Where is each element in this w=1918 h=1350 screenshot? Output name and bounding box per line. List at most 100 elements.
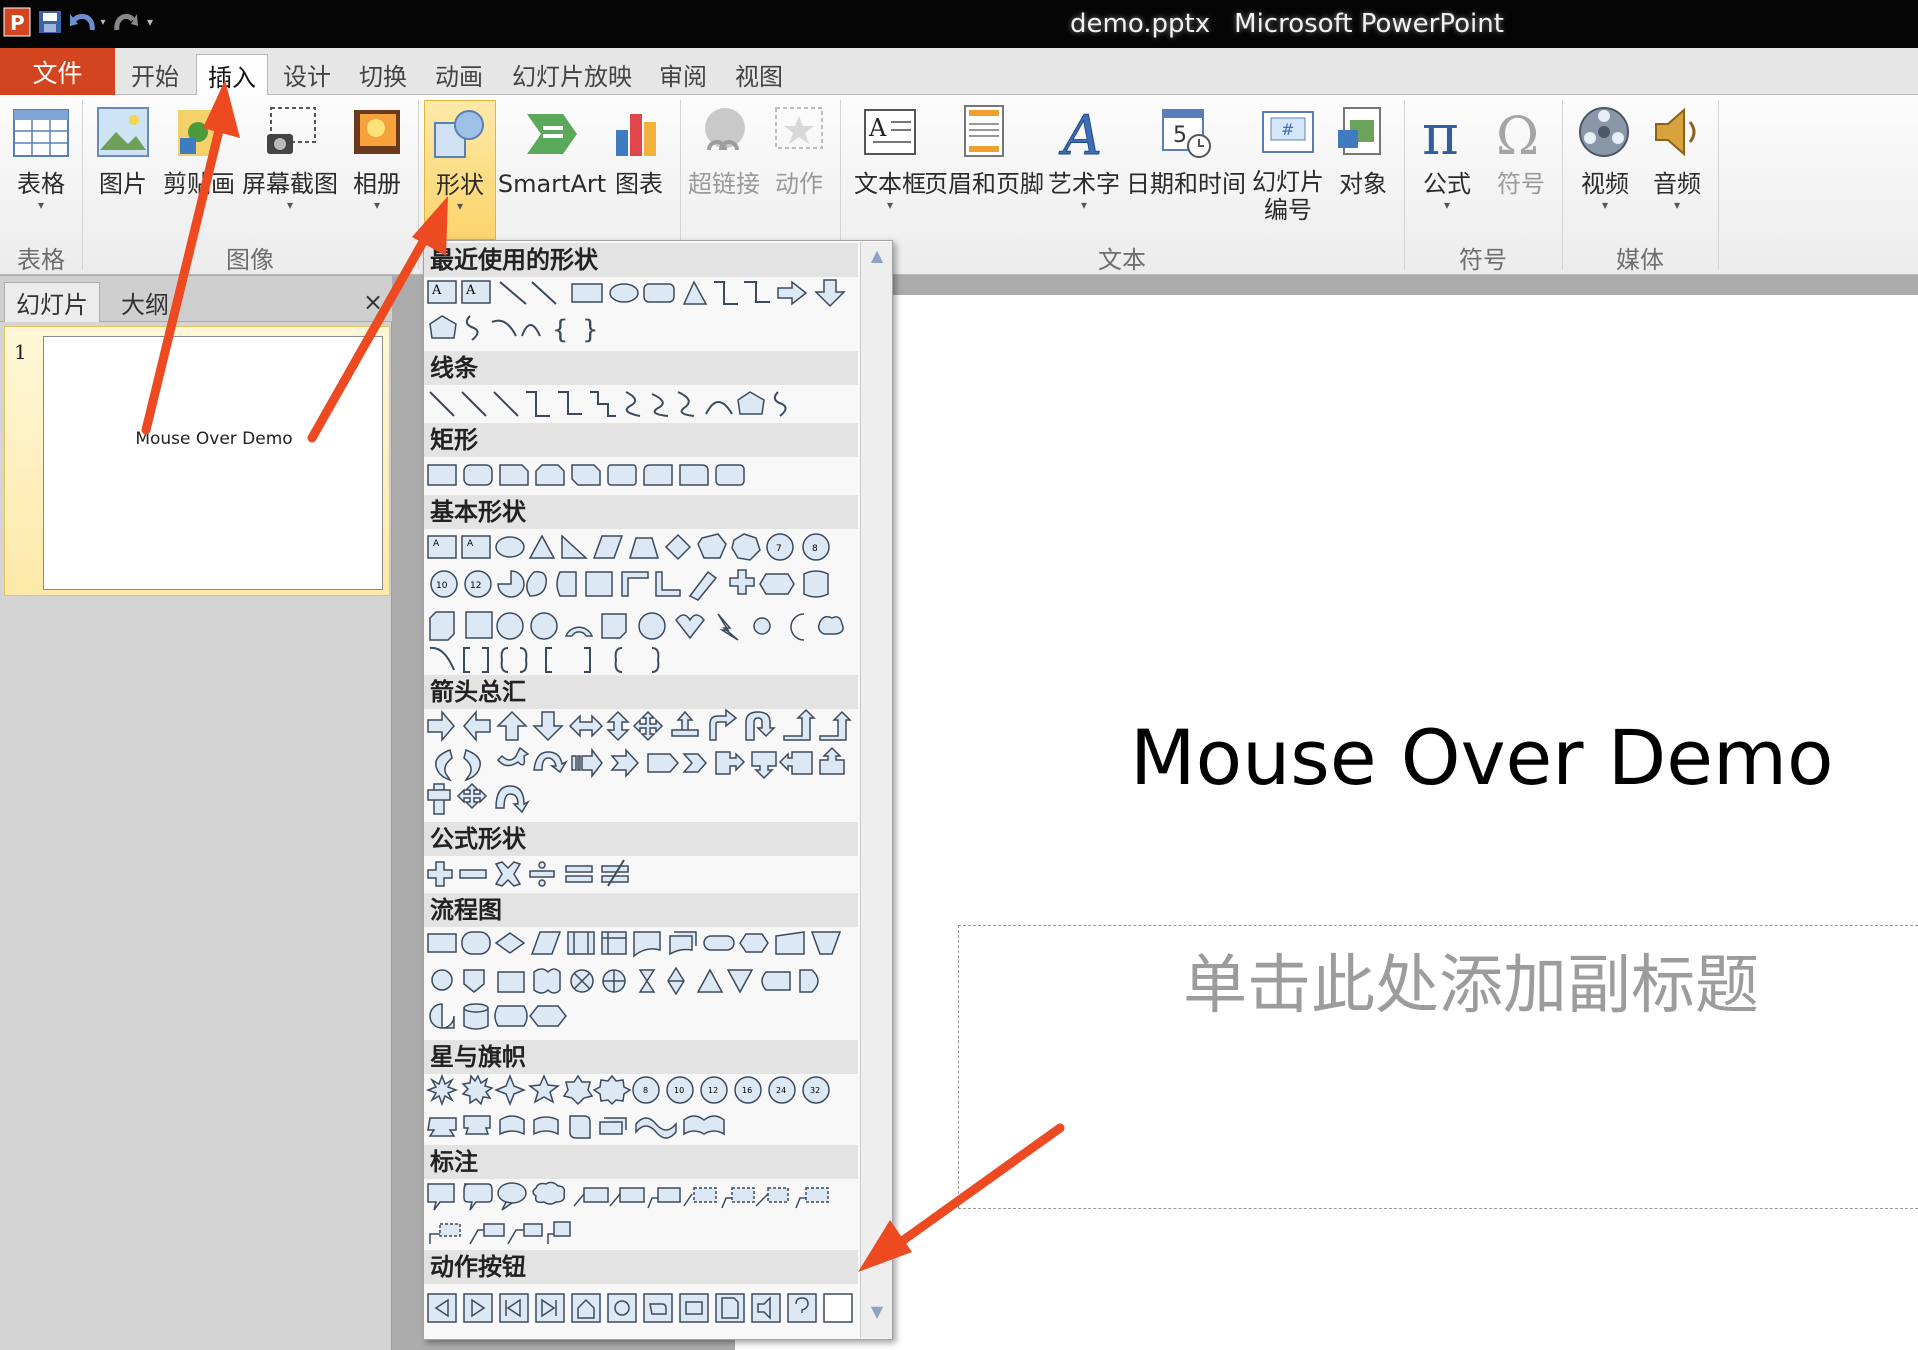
smartart-icon [527,114,577,154]
symbol-button[interactable]: Ω 符号 [1486,100,1556,230]
shape-row-equation[interactable] [426,856,858,892]
shape-grid-callouts[interactable] [426,1178,858,1250]
video-button[interactable]: 视频 ▾ [1570,100,1640,230]
textbox-button[interactable]: A 文本框 ▾ [846,100,934,230]
dropdown-caret-icon: ▾ [373,198,381,212]
slide-number-icon: # [1262,111,1314,153]
audio-button[interactable]: 音频 ▾ [1642,100,1712,230]
svg-text:8: 8 [812,544,818,554]
shape-row-recent-2[interactable]: { } [426,310,858,346]
gallery-header-equation-shapes: 公式形状 [424,822,858,856]
shapes-button[interactable]: 形状 ▾ [424,100,496,240]
wordart-button[interactable]: A 艺术字 ▾ [1048,100,1120,230]
album-button[interactable]: 相册 ▾ [344,100,410,230]
shape-row-rectangles[interactable] [426,458,858,494]
shape-grid-flowchart[interactable] [426,926,858,1036]
shape-row-recent[interactable]: A A [426,276,858,312]
dropdown-caret-icon: ▾ [1601,198,1609,212]
slide-number-button[interactable]: # 幻灯片 编号 [1250,100,1326,230]
undo-dropdown-icon[interactable]: ▾ [98,4,108,40]
group-label-tables: 表格 [17,246,65,274]
svg-text:10: 10 [674,1086,684,1095]
slide-pane-tabs: 幻灯片 大纲 × [0,276,392,322]
undo-icon[interactable] [66,4,100,40]
photo-album-icon [354,110,400,154]
object-button[interactable]: 对象 [1330,100,1396,230]
ribbon: 表格 ▾ 表格 图片 剪贴画 屏幕截图 ▾ 相册 ▾ 图像 形状 ▾ Smart… [0,95,1918,275]
gallery-header-callouts: 标注 [424,1145,858,1179]
title-bar [0,0,1918,48]
svg-text:A: A [868,114,887,142]
svg-text:A: A [467,539,474,549]
gallery-header-flowchart: 流程图 [424,893,858,927]
slide-title[interactable]: Mouse Over Demo [1130,713,1834,802]
svg-text:{: { [552,315,569,345]
svg-text:7: 7 [776,544,782,554]
shape-grid-block-arrows[interactable] [426,708,858,818]
smartart-button[interactable]: SmartArt [498,100,606,230]
save-icon[interactable] [36,4,64,40]
gallery-header-block-arrows: 箭头总汇 [424,675,858,709]
pi-icon: π [1422,104,1459,162]
action-button[interactable]: 动作 [766,100,832,230]
close-pane-icon[interactable]: × [358,282,388,322]
dropdown-caret-icon: ▾ [1443,198,1451,212]
group-label-media: 媒体 [1616,246,1664,274]
svg-text:32: 32 [810,1086,820,1095]
header-footer-icon [964,105,1004,157]
chart-button[interactable]: 图表 [606,100,672,230]
table-button[interactable]: 表格 ▾ [8,100,74,230]
powerpoint-logo-icon[interactable]: P [2,4,32,40]
picture-button[interactable]: 图片 [90,100,156,230]
tab-home[interactable]: 开始 [122,54,188,95]
svg-text:12: 12 [708,1086,718,1095]
clipart-icon [178,110,218,156]
svg-text:24: 24 [776,1086,786,1095]
group-separator [418,100,419,270]
tab-outline[interactable]: 大纲 [110,282,180,322]
action-star-icon [775,107,823,149]
equation-button[interactable]: π 公式 ▾ [1412,100,1482,230]
gallery-header-stars-banners: 星与旗帜 [424,1040,858,1074]
tab-transitions[interactable]: 切换 [352,54,414,95]
ribbon-tab-bar: 文件 开始 插入 设计 切换 动画 幻灯片放映 审阅 视图 [0,48,1918,95]
gallery-header-basic-shapes: 基本形状 [424,495,858,529]
tab-slideshow[interactable]: 幻灯片放映 [508,54,636,95]
shape-grid-basic[interactable]: A A 7 8 10 12 [426,530,858,674]
svg-text:P: P [10,11,25,35]
subtitle-placeholder[interactable]: 单击此处添加副标题 [958,925,1918,1209]
svg-text:5: 5 [1173,123,1187,148]
clipart-button[interactable]: 剪贴画 [158,100,240,230]
tab-design[interactable]: 设计 [276,54,338,95]
customize-qat-icon[interactable]: ▾ [144,4,156,40]
scroll-down-icon[interactable]: ▼ [865,1292,889,1332]
dropdown-caret-icon: ▾ [37,198,45,212]
shape-grid-stars-banners[interactable]: 8 10 12 16 24 32 [426,1072,858,1144]
thumbnail-title: Mouse Over Demo [135,429,293,449]
omega-icon: Ω [1496,107,1539,162]
hyperlink-icon [705,108,745,151]
screenshot-button[interactable]: 屏幕截图 ▾ [240,100,340,230]
tab-review[interactable]: 审阅 [652,54,714,95]
tab-view[interactable]: 视图 [728,54,790,95]
header-footer-button[interactable]: 页眉和页脚 [924,100,1044,230]
dropdown-caret-icon: ▾ [1673,198,1681,212]
redo-icon[interactable] [110,4,140,40]
datetime-button[interactable]: 5 日期和时间 [1124,100,1248,230]
gallery-scrollbar[interactable]: ▲ ▼ [860,242,892,1338]
gallery-header-rectangles: 矩形 [424,423,858,457]
tab-file[interactable]: 文件 [0,48,115,95]
svg-text:A: A [465,283,476,298]
scroll-up-icon[interactable]: ▲ [865,246,889,268]
table-icon [13,109,69,157]
shape-row-action-buttons[interactable] [426,1290,858,1326]
tab-slides[interactable]: 幻灯片 [4,282,100,322]
film-reel-icon [1579,107,1629,157]
svg-text:10: 10 [436,581,448,591]
dropdown-caret-icon: ▾ [456,199,464,213]
tab-insert[interactable]: 插入 [196,54,268,95]
shape-row-lines[interactable] [426,386,858,422]
tab-animations[interactable]: 动画 [428,54,490,95]
hyperlink-button[interactable]: 超链接 [684,100,764,230]
slide-thumbnail[interactable]: Mouse Over Demo [43,336,383,590]
